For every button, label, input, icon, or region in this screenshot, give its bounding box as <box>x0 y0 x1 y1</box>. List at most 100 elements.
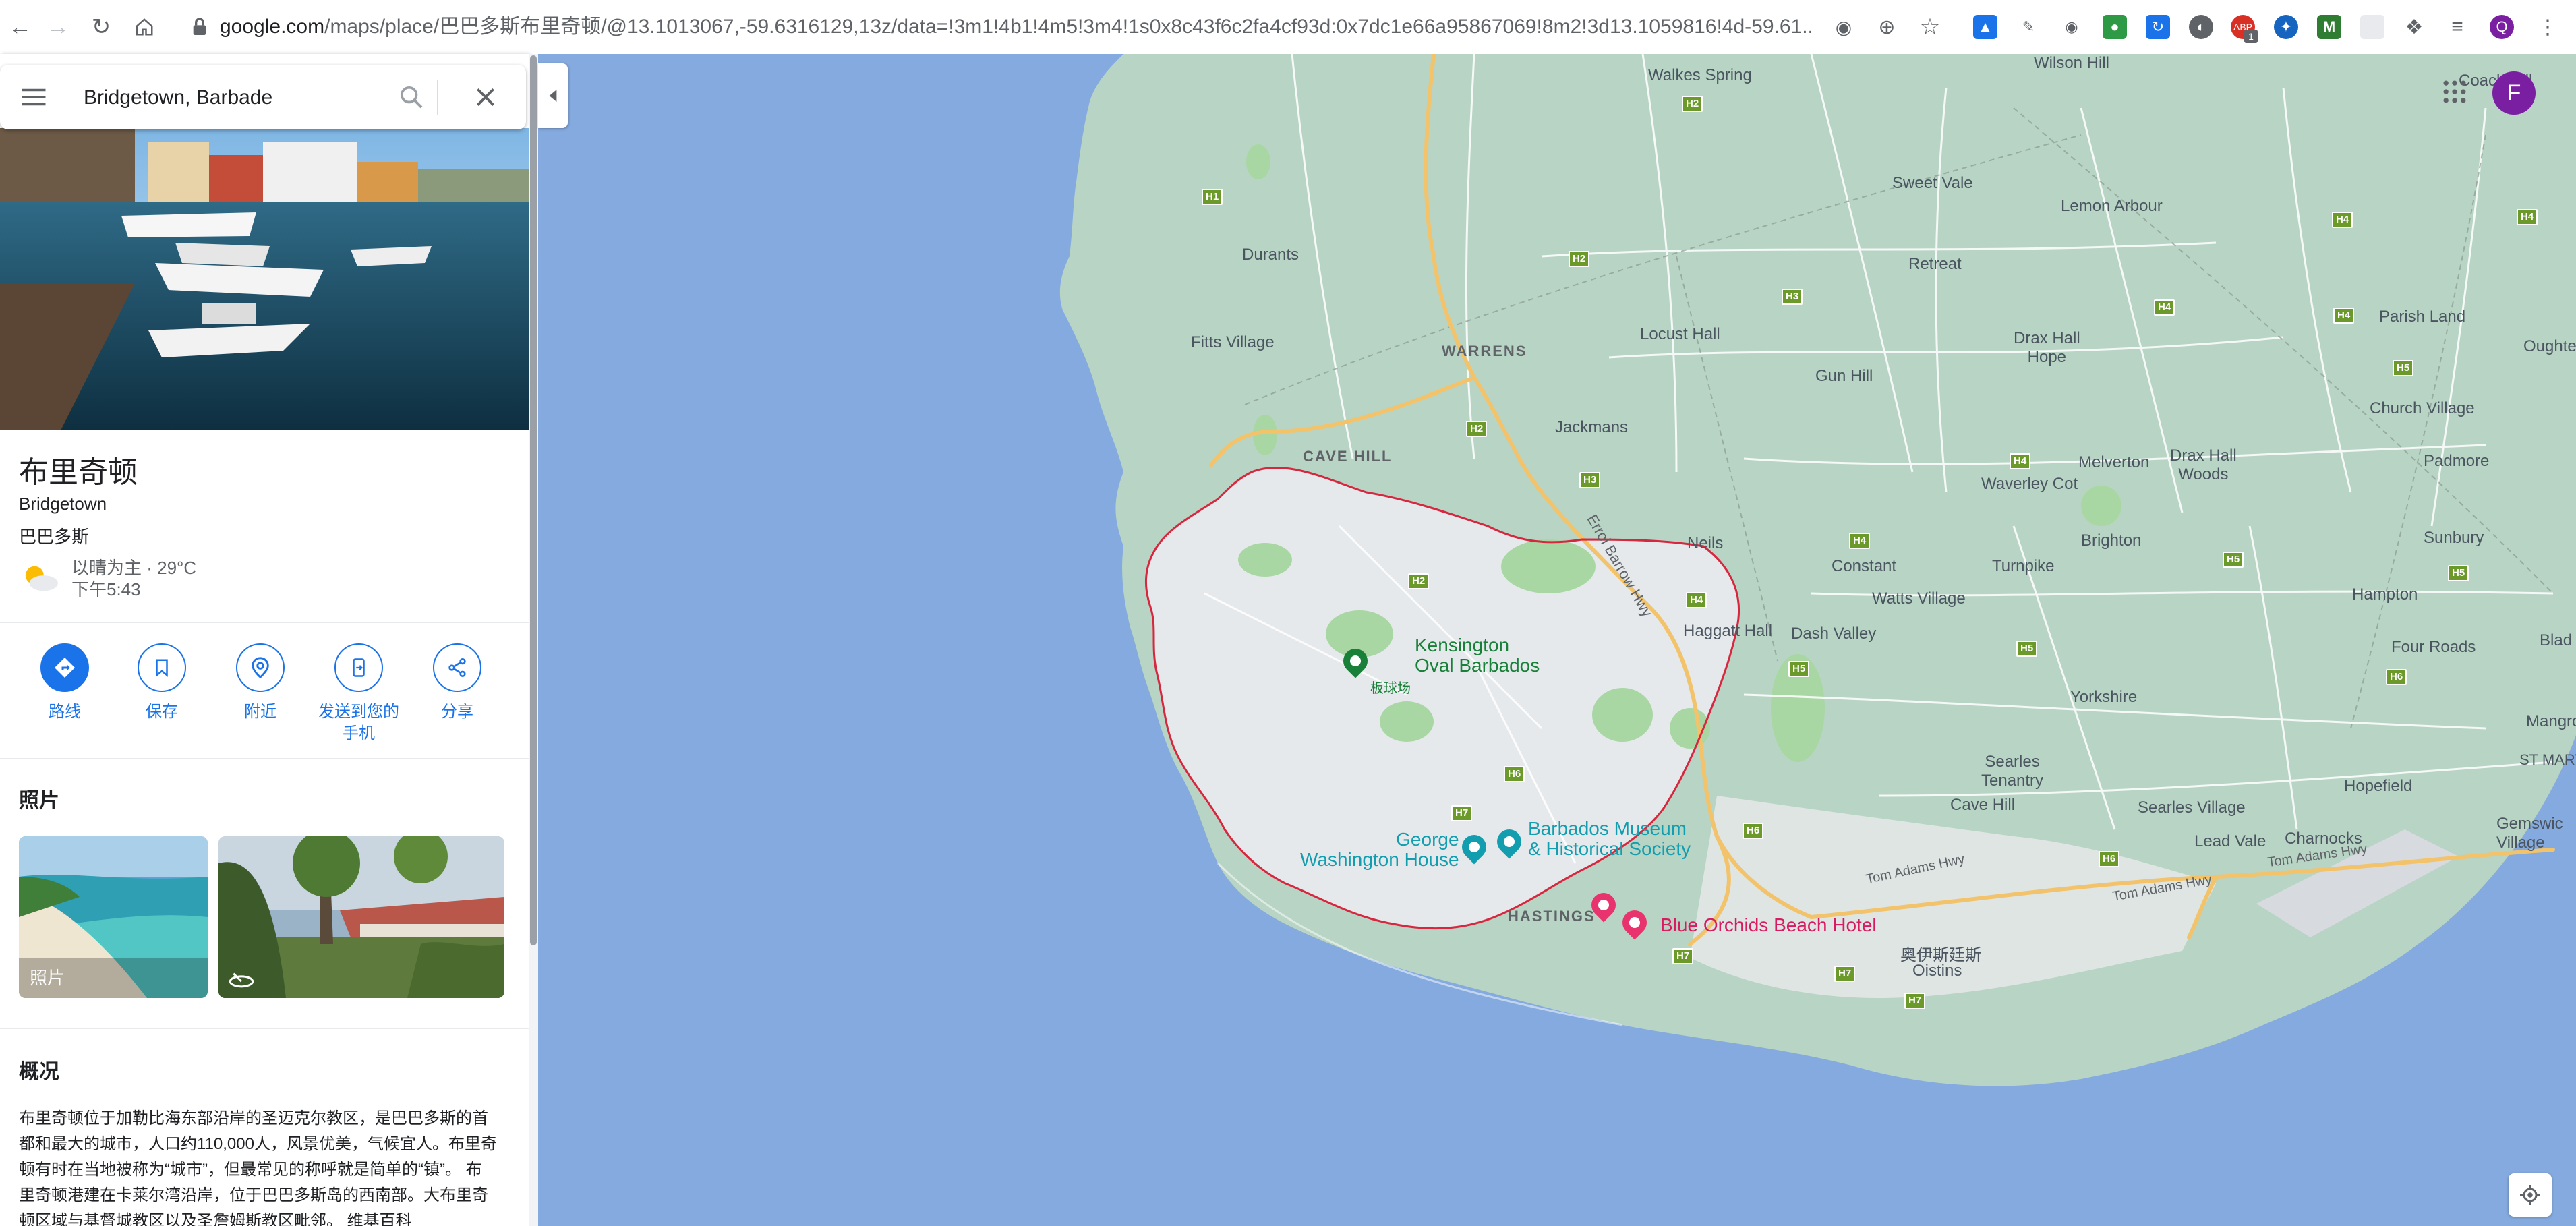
nearby-label: 附近 <box>244 703 276 721</box>
reload-icon[interactable]: ↻ <box>86 12 116 42</box>
weather-condition: 以晴为主 · 29°C <box>71 558 197 578</box>
bookmark-star-icon[interactable]: ☆ <box>1915 12 1945 42</box>
street-view-360-icon <box>229 972 254 988</box>
account-avatar[interactable]: F <box>2492 71 2536 115</box>
hwy-shield: H6 <box>1504 766 1525 782</box>
divider <box>0 758 529 759</box>
location-icon[interactable]: ◉ <box>1829 12 1858 42</box>
map-graphics <box>530 54 2576 1226</box>
search-input[interactable] <box>82 80 375 116</box>
map-label-walkes-spring: Walkes Spring <box>1648 66 1752 84</box>
close-icon[interactable] <box>472 84 499 111</box>
send-to-phone-label: 发送到您的 手机 <box>318 703 399 742</box>
map-label-mangrove: Mangrov <box>2526 712 2576 730</box>
map-label-museum[interactable]: Barbados Museum & Historical Society <box>1528 819 1691 859</box>
overview-body: 布里奇顿位于加勒比海东部沿岸的圣迈克尔教区，是巴巴多斯的首都和最大的城市，人口约… <box>19 1109 497 1226</box>
map-label-kensington[interactable]: Kensington Oval Barbados <box>1415 635 1540 676</box>
puzzle-icon[interactable]: ❖ <box>2402 15 2426 39</box>
map-label-drax-hall-woods: Drax Hall Woods <box>2170 446 2237 484</box>
hwy-shield: H5 <box>2016 641 2038 657</box>
hwy-shield: H1 <box>1202 189 1223 205</box>
send-to-phone-button[interactable]: 发送到您的 手机 <box>310 643 407 745</box>
hwy-shield: H4 <box>1686 592 1707 608</box>
map-label-oughterson: Oughterso <box>2523 337 2576 355</box>
nearby-button[interactable]: 附近 <box>212 643 309 723</box>
map-label-haggatt-hall: Haggatt Hall <box>1683 622 1773 640</box>
map-canvas[interactable]: Walkes Spring Wilson Hill Coach Hill Swe… <box>530 54 2576 1226</box>
hwy-shield: H6 <box>2099 851 2120 867</box>
my-location-button[interactable] <box>2509 1173 2552 1217</box>
map-label-lead-vale: Lead Vale <box>2194 832 2266 850</box>
directions-icon <box>40 643 89 692</box>
hwy-shield: H5 <box>2393 360 2414 376</box>
zoom-icon[interactable]: ⊕ <box>1872 12 1902 42</box>
map-label-sunbury: Sunbury <box>2424 529 2484 547</box>
lock-icon[interactable] <box>189 16 210 38</box>
map-label-gun-hill: Gun Hill <box>1815 367 1873 385</box>
reading-list-icon[interactable]: ≡ <box>2445 15 2469 39</box>
search-icon[interactable] <box>398 84 425 111</box>
menu-icon[interactable] <box>19 88 49 107</box>
place-country: 巴巴多斯 <box>19 527 90 547</box>
map-label-searles-tenantry: Searles Tenantry <box>1981 753 2044 790</box>
map-label-jackmans: Jackmans <box>1555 418 1629 436</box>
back-icon[interactable]: ← <box>5 12 35 42</box>
hwy-shield: H7 <box>1451 805 1473 821</box>
photo-tile-street-view[interactable] <box>218 836 504 998</box>
extension-icon-5[interactable]: M <box>2317 15 2341 39</box>
hwy-shield: H3 <box>1782 289 1803 305</box>
phone-icon <box>334 643 383 692</box>
apps-grid-icon[interactable] <box>2440 77 2469 107</box>
extension-icon-2[interactable]: ↻ <box>2146 15 2170 39</box>
save-button[interactable]: 保存 <box>113 643 210 723</box>
map-label-cave-hill: CAVE HILL <box>1303 448 1393 465</box>
collapse-panel-button[interactable] <box>538 63 568 128</box>
extension-icon-6[interactable] <box>2360 15 2384 39</box>
share-button[interactable]: 分享 <box>409 643 506 723</box>
camera-icon[interactable]: ◉ <box>2059 15 2084 39</box>
home-icon[interactable] <box>129 12 159 42</box>
map-label-parish-land: Parish Land <box>2379 308 2466 326</box>
ext-badge: 1 <box>2244 30 2258 43</box>
search-divider <box>437 80 438 115</box>
extension-icon-1[interactable]: ▲ <box>1973 15 1997 39</box>
profile-icon[interactable]: Q <box>2490 15 2514 39</box>
hwy-shield: H6 <box>1743 823 1764 839</box>
hwy-shield: H7 <box>1672 948 1694 964</box>
save-label: 保存 <box>146 703 178 721</box>
panel-scrollbar-thumb[interactable] <box>530 55 537 945</box>
url-domain: google.com <box>220 16 325 38</box>
map-label-turnpike: Turnpike <box>1992 557 2055 575</box>
hwy-shield: H5 <box>2448 565 2469 581</box>
url-path: /maps/place/巴巴多斯布里奇顿/@13.1013067,-59.631… <box>324 16 1811 38</box>
place-title: 布里奇顿 <box>19 456 138 489</box>
directions-button[interactable]: 路线 <box>16 643 113 723</box>
hwy-shield: H2 <box>1569 251 1590 267</box>
more-icon[interactable]: ⋮ <box>2536 15 2560 39</box>
eyedropper-icon[interactable]: ✎ <box>2016 15 2041 39</box>
photo-tile-beach[interactable]: 照片 <box>19 836 208 998</box>
search-box[interactable] <box>0 65 526 129</box>
map-label-hastings: HASTINGS <box>1508 908 1596 925</box>
map-label-george-washington[interactable]: George Washington House <box>1300 829 1459 870</box>
map-label-yorkshire: Yorkshire <box>2070 688 2138 706</box>
forward-icon[interactable]: → <box>43 12 73 42</box>
weather-info: 以晴为主 · 29°C 下午5:43 <box>71 557 196 600</box>
extension-icon-3[interactable]: ◐ <box>2189 15 2213 39</box>
place-panel: 布里奇顿 Bridgetown 巴巴多斯 以晴为主 · 29°C 下午5:43 … <box>0 54 529 1226</box>
hwy-shield: H5 <box>2223 552 2244 568</box>
map-label-gemswick: Gemswic Village <box>2496 815 2563 852</box>
address-bar[interactable]: google.com/maps/place/巴巴多斯布里奇顿/@13.10130… <box>220 0 1811 54</box>
map-label-brighton: Brighton <box>2081 531 2142 550</box>
bookmark-icon <box>138 643 186 692</box>
share-label: 分享 <box>441 703 473 721</box>
photos-heading: 照片 <box>19 790 59 812</box>
wikipedia-link[interactable]: 维基百科 <box>347 1212 412 1226</box>
hwy-shield: H7 <box>1904 993 1926 1009</box>
hwy-shield: H4 <box>2333 308 2355 324</box>
extension-icon-4[interactable]: ✦ <box>2274 15 2298 39</box>
map-label-hopefield: Hopefield <box>2344 777 2413 795</box>
map-label-blue-orchids[interactable]: Blue Orchids Beach Hotel <box>1660 914 1877 936</box>
evernote-icon[interactable]: ● <box>2103 15 2127 39</box>
place-hero-photo[interactable] <box>0 128 529 430</box>
